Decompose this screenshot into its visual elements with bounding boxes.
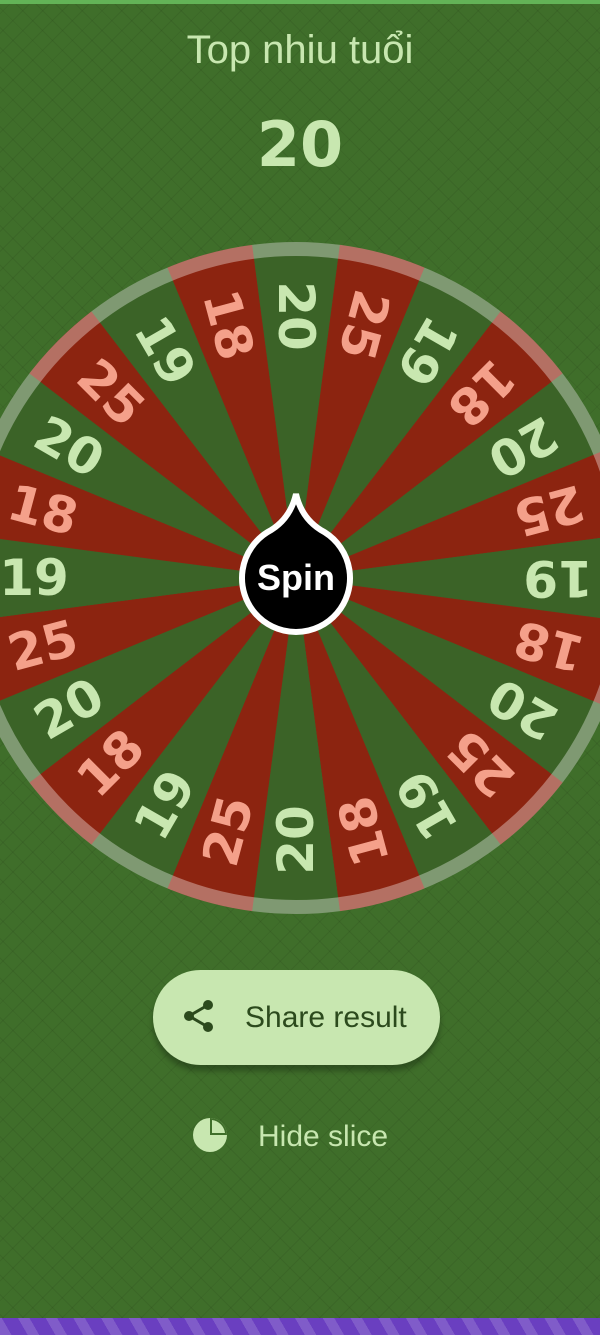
- share-result-button[interactable]: Share result: [153, 970, 440, 1065]
- spin-result: 20: [256, 108, 344, 181]
- bottom-banner: [0, 1318, 600, 1335]
- share-icon: [181, 998, 217, 1038]
- wheel-slice-label: 19: [0, 549, 69, 607]
- pie-chart-icon: [190, 1115, 230, 1159]
- share-result-label: Share result: [245, 1000, 407, 1034]
- wheel-slice-label: 19: [523, 549, 593, 607]
- hide-slice-button[interactable]: Hide slice: [190, 1112, 430, 1162]
- top-accent-line: [0, 0, 600, 4]
- hide-slice-label: Hide slice: [258, 1120, 389, 1153]
- wheel-slice-label: 20: [267, 805, 325, 875]
- wheel-graphic[interactable]: 20 25191820251918202519182025191820251918…: [0, 238, 600, 918]
- wheel-slice-label: 20: [267, 281, 325, 351]
- spin-label[interactable]: Spin: [257, 557, 335, 598]
- wheel-title: Top nhiu tuổi: [186, 28, 414, 72]
- spin-wheel[interactable]: 20 25 19 18 20 25 19 18 20 25 19 18 20 25 19 18 20 25 19 18…: [0, 238, 600, 918]
